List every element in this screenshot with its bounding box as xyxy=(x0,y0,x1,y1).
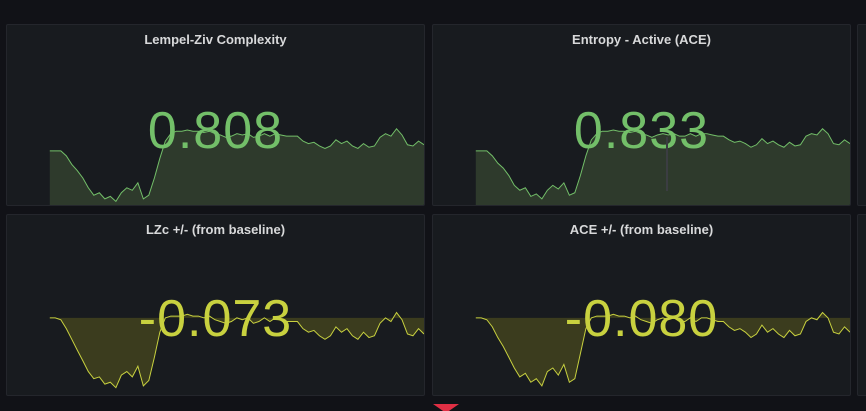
panel-partial-top xyxy=(857,24,866,206)
hover-cursor-line xyxy=(666,137,668,191)
panel-ace-delta[interactable]: ACE +/- (from baseline) -0.080 xyxy=(432,214,851,396)
panel-lzc[interactable]: Lempel-Ziv Complexity 0.808 xyxy=(6,24,425,206)
panel-lzc-delta[interactable]: LZc +/- (from baseline) -0.073 xyxy=(6,214,425,396)
stat-value: 0.808 xyxy=(147,102,284,160)
panel-title[interactable]: ACE +/- (from baseline) xyxy=(433,222,850,237)
panel-title[interactable]: LZc +/- (from baseline) xyxy=(7,222,424,237)
alert-annotation-marker[interactable] xyxy=(433,404,459,411)
stat-value: -0.080 xyxy=(564,290,719,348)
dashboard: Lempel-Ziv Complexity 0.808 Entropy - Ac… xyxy=(0,0,866,411)
stat-value: 0.833 xyxy=(573,102,710,160)
stat-value: -0.073 xyxy=(138,290,293,348)
panel-ace[interactable]: Entropy - Active (ACE) 0.833 xyxy=(432,24,851,206)
panel-partial-bottom xyxy=(857,214,866,396)
panel-title[interactable]: Entropy - Active (ACE) xyxy=(433,32,850,47)
panel-title[interactable]: Lempel-Ziv Complexity xyxy=(7,32,424,47)
